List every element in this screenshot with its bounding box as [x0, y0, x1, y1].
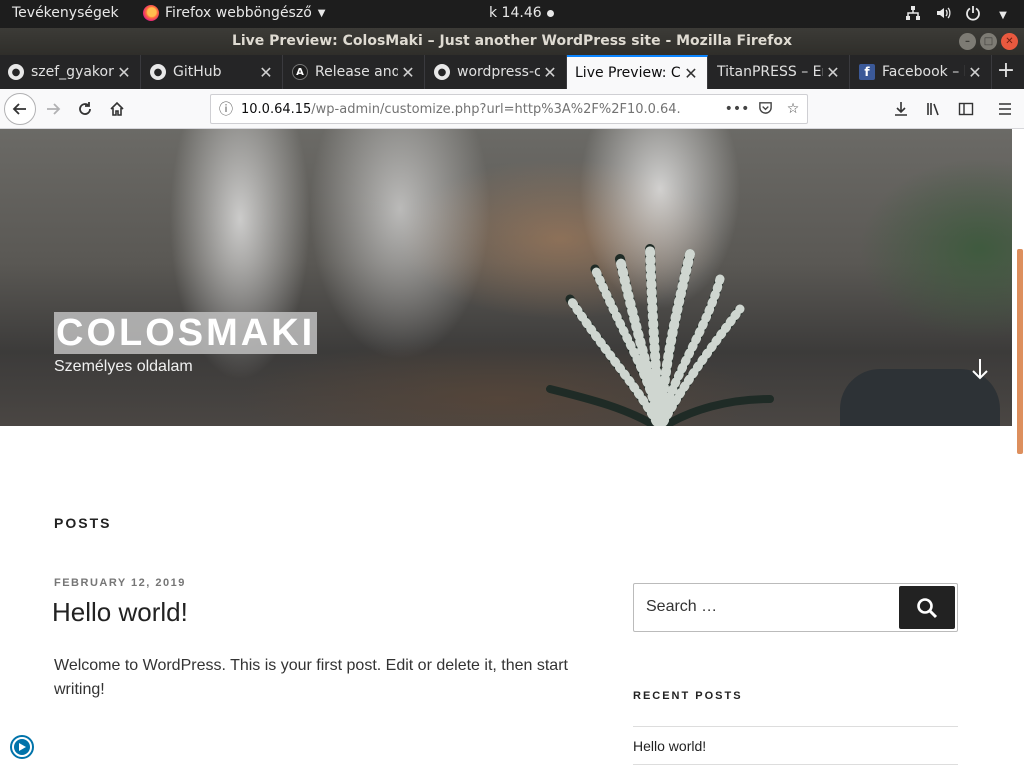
search-icon: [917, 597, 938, 618]
close-tab-icon[interactable]: ✕: [823, 63, 843, 82]
power-icon: [964, 5, 982, 25]
gnome-top-bar: Tevékenységek Firefox webböngésző ▼ k 14…: [0, 0, 1024, 28]
succulent-plant-image: [546, 244, 774, 426]
site-tagline: Személyes oldalam: [54, 358, 193, 375]
window-controls: – □ ✕: [959, 33, 1018, 50]
library-button[interactable]: [919, 94, 949, 124]
github-icon: ●: [434, 64, 450, 80]
app-menu-label: Firefox webböngésző: [165, 5, 312, 21]
post-date[interactable]: FEBRUARY 12, 2019: [54, 577, 186, 589]
facebook-icon: f: [859, 64, 875, 80]
close-window-button[interactable]: ✕: [1001, 33, 1018, 50]
posts-heading: POSTS: [54, 515, 112, 531]
scroll-down-arrow-icon[interactable]: [970, 357, 990, 387]
arrow-right-icon: [47, 103, 61, 115]
site-title[interactable]: COLOSMAKI: [54, 312, 318, 354]
network-icon: [904, 5, 922, 25]
url-host: 10.0.64.15: [241, 101, 312, 117]
app-menu[interactable]: Firefox webböngésző ▼: [143, 5, 325, 21]
post-excerpt: Welcome to WordPress. This is your first…: [54, 657, 568, 698]
close-tab-icon[interactable]: ✕: [398, 63, 418, 82]
tab-label: Live Preview: Co: [575, 65, 681, 81]
divider: [633, 726, 958, 727]
github-icon: ●: [8, 64, 24, 80]
new-tab-button[interactable]: +: [994, 60, 1018, 84]
close-tab-icon[interactable]: ✕: [965, 63, 985, 82]
angular-icon: A: [292, 64, 308, 80]
window-title-bar: Live Preview: ColosMaki – Just another W…: [0, 28, 1024, 55]
clock[interactable]: k 14.46: [489, 5, 554, 21]
navigation-toolbar: ⓘ 10.0.64.15/wp-admin/customize.php?url=…: [0, 89, 1024, 129]
caret-down-icon: ▼: [999, 9, 1007, 21]
search-input[interactable]: Search …: [646, 598, 717, 616]
back-button[interactable]: [4, 93, 36, 125]
url-path: /wp-admin/customize.php?url=http%3A%2F%2…: [311, 101, 681, 117]
caret-down-icon: ▼: [317, 7, 326, 19]
tab[interactable]: ● GitHub ✕: [142, 55, 283, 89]
close-tab-icon[interactable]: ✕: [256, 63, 276, 82]
divider: [633, 764, 958, 765]
url-bar[interactable]: ⓘ 10.0.64.15/wp-admin/customize.php?url=…: [210, 94, 808, 124]
tab[interactable]: A Release and ✕: [284, 55, 425, 89]
menu-button[interactable]: [990, 94, 1020, 124]
reload-icon: [79, 102, 91, 115]
downloads-button[interactable]: [886, 94, 916, 124]
close-tab-icon[interactable]: ✕: [540, 63, 560, 82]
tab-label: GitHub: [173, 64, 222, 80]
tab-label: szef_gyakor: [31, 64, 114, 80]
github-icon: ●: [150, 64, 166, 80]
tab-label: TitanPRESS – Er: [717, 64, 823, 80]
url-text[interactable]: 10.0.64.15/wp-admin/customize.php?url=ht…: [241, 102, 723, 117]
post-title[interactable]: Hello world!: [52, 597, 188, 628]
download-icon: [895, 102, 907, 116]
search-button[interactable]: [899, 586, 955, 629]
window-title: Live Preview: ColosMaki – Just another W…: [231, 33, 793, 49]
home-icon: [110, 101, 124, 116]
home-button[interactable]: [102, 94, 132, 124]
info-icon[interactable]: ⓘ: [211, 99, 241, 119]
search-form: Search …: [633, 583, 958, 632]
tab-strip: ● szef_gyakor ✕ ● GitHub ✕ A Release and…: [0, 55, 1024, 89]
tab-label: Facebook – l: [882, 64, 965, 80]
minimize-button[interactable]: –: [959, 33, 976, 50]
page-content: COLOSMAKI Személyes oldalam POSTS FEBRUA…: [0, 129, 1024, 768]
header-image: COLOSMAKI Személyes oldalam: [0, 129, 1012, 426]
tab[interactable]: f Facebook – l ✕: [851, 55, 992, 89]
system-tray[interactable]: ▼: [904, 5, 1012, 25]
library-icon: [927, 103, 939, 116]
recent-post-link[interactable]: Hello world!: [633, 738, 706, 754]
page-scrollbar[interactable]: [1017, 249, 1023, 454]
tab[interactable]: TitanPRESS – Er ✕: [709, 55, 850, 89]
page-actions-icon[interactable]: •••: [723, 101, 751, 117]
tab-active[interactable]: Live Preview: Co ✕: [567, 55, 708, 89]
maximize-button[interactable]: □: [980, 33, 997, 50]
tab[interactable]: ● szef_gyakor ✕: [0, 55, 141, 89]
close-tab-icon[interactable]: ✕: [114, 63, 134, 82]
play-icon: [14, 739, 30, 755]
forward-button[interactable]: [38, 94, 68, 124]
volume-icon: [934, 5, 952, 25]
close-tab-icon[interactable]: ✕: [681, 64, 701, 83]
hamburger-icon: [999, 103, 1011, 115]
notification-dot-icon: [546, 9, 554, 17]
sidebar-icon: [958, 102, 974, 116]
arrow-left-icon: [12, 103, 26, 115]
customize-shortcut-button[interactable]: [10, 735, 34, 759]
activities-button[interactable]: Tevékenységek: [12, 5, 119, 21]
clock-label: k 14.46: [489, 5, 542, 21]
pocket-icon[interactable]: [751, 100, 779, 119]
recent-posts-heading: RECENT POSTS: [633, 690, 743, 702]
tab[interactable]: ● wordpress-c ✕: [426, 55, 567, 89]
tab-label: wordpress-c: [457, 64, 540, 80]
reload-button[interactable]: [70, 94, 100, 124]
sidebar-button[interactable]: [951, 94, 981, 124]
tab-label: Release and: [315, 64, 398, 80]
bookmark-star-icon[interactable]: ☆: [779, 101, 807, 117]
firefox-icon: [143, 5, 159, 21]
